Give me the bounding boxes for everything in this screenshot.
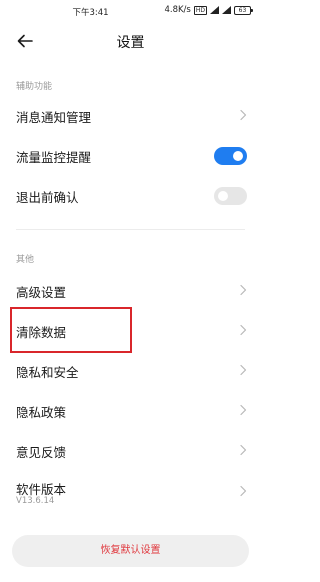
network-speed: 4.8K/s <box>164 5 191 15</box>
row-privacy-security[interactable]: 隐私和安全 <box>0 350 261 390</box>
row-advanced-settings[interactable]: 高级设置 <box>0 270 261 310</box>
toggle-knob <box>218 191 228 201</box>
row-label: 消息通知管理 <box>16 110 92 125</box>
settings-screen: 下午3:41 4.8K/s HD 63 设置 辅助功能 消息通知管理 流量监控提… <box>0 0 261 582</box>
exit-confirm-toggle[interactable] <box>214 187 247 205</box>
section-label-other: 其他 <box>16 255 35 265</box>
toggle-knob <box>233 151 243 161</box>
highlight-box <box>10 307 132 353</box>
status-bar: 下午3:41 4.8K/s HD 63 <box>0 0 261 22</box>
status-indicators: 4.8K/s HD 63 <box>164 5 253 15</box>
chevron-right-icon <box>240 324 247 336</box>
chevron-right-icon <box>240 284 247 296</box>
row-label: 隐私和安全 <box>16 365 79 380</box>
chevron-right-icon <box>240 404 247 416</box>
section-label-accessibility: 辅助功能 <box>16 82 53 92</box>
row-feedback[interactable]: 意见反馈 <box>0 430 261 470</box>
reset-defaults-button[interactable]: 恢复默认设置 <box>12 535 249 567</box>
chevron-right-icon <box>240 109 247 121</box>
row-label: 流量监控提醒 <box>16 150 92 165</box>
row-label: 退出前确认 <box>16 190 79 205</box>
row-traffic-monitor: 流量监控提醒 <box>0 135 261 175</box>
app-header: 设置 <box>0 22 261 62</box>
battery-icon: 63 <box>234 5 253 15</box>
row-label: 高级设置 <box>16 285 67 300</box>
row-privacy-policy[interactable]: 隐私政策 <box>0 390 261 430</box>
signal-icon <box>210 6 219 14</box>
version-number: V13.6.14 <box>16 496 55 506</box>
row-notification-management[interactable]: 消息通知管理 <box>0 95 261 135</box>
section-divider <box>16 229 245 230</box>
row-label: 隐私政策 <box>16 405 67 420</box>
signal-icon <box>222 6 231 14</box>
page-title: 设置 <box>116 35 145 51</box>
traffic-monitor-toggle[interactable] <box>214 147 247 165</box>
hd-badge: HD <box>193 5 207 15</box>
chevron-right-icon <box>240 444 247 456</box>
chevron-right-icon <box>240 364 247 376</box>
row-software-version[interactable]: 软件版本 V13.6.14 <box>0 468 261 514</box>
row-label: 意见反馈 <box>16 445 67 460</box>
chevron-right-icon <box>240 485 247 497</box>
row-exit-confirm: 退出前确认 <box>0 175 261 215</box>
